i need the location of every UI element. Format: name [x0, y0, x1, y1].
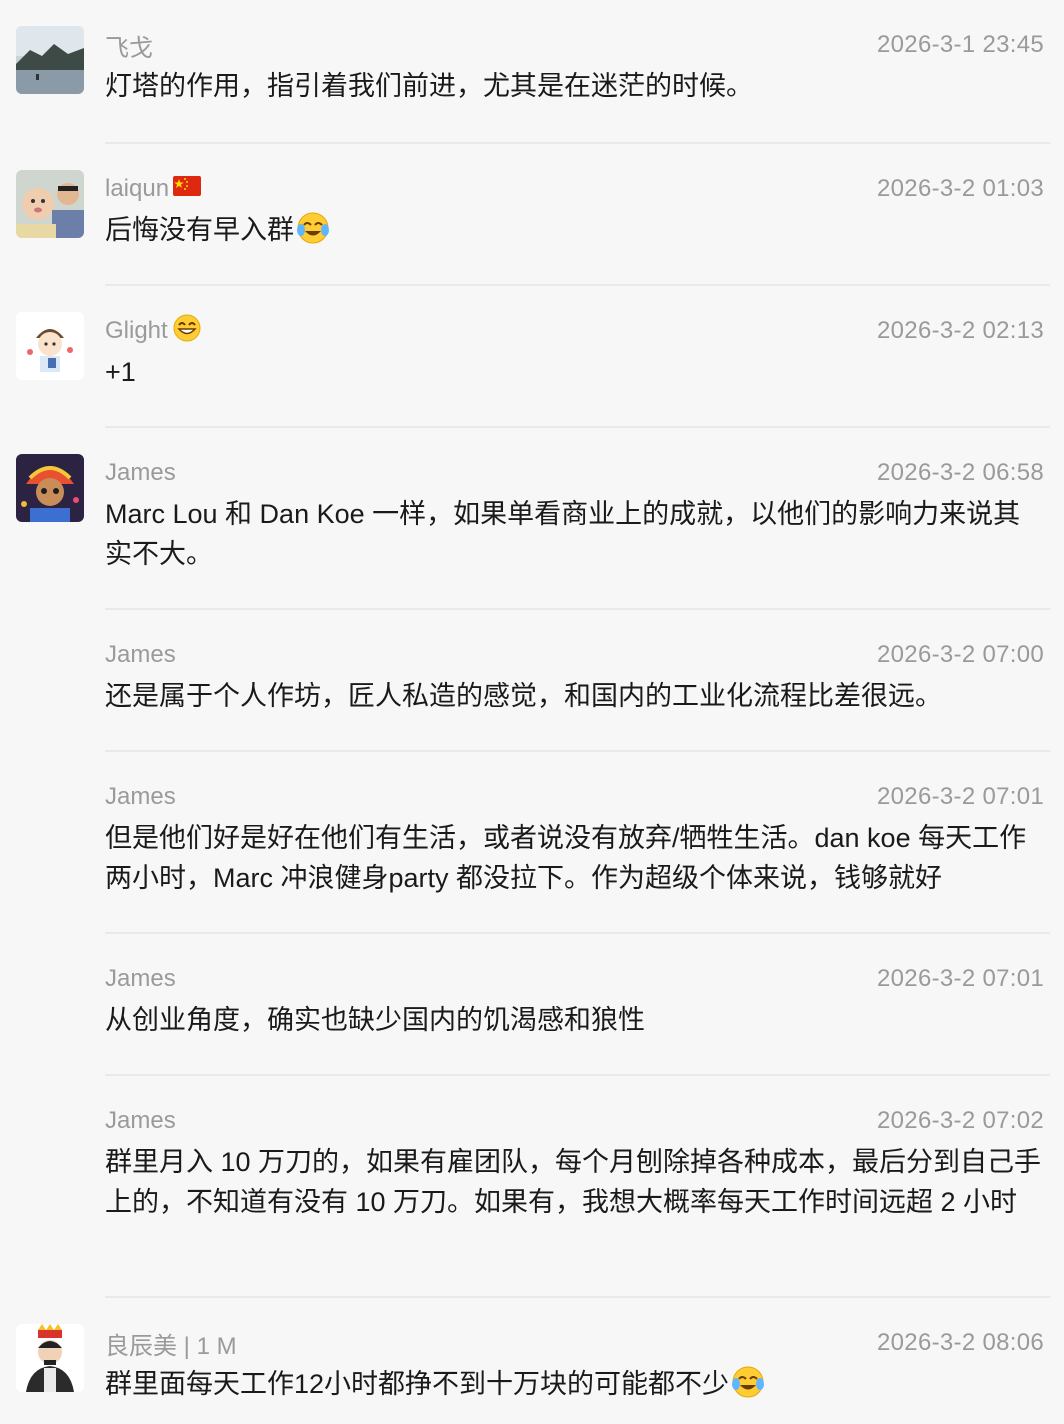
crying-laughing-emoji [731, 1365, 765, 1410]
author-name-text: Glight [105, 317, 168, 344]
comment-text-body: 群里面每天工作12小时都挣不到十万块的可能都不少 [105, 1369, 730, 1399]
comment-item: James 2026-3-2 07:01 但是他们好是好在他们有生活，或者说没有… [0, 752, 1064, 932]
comment-feed: 飞戈 2026-3-1 23:45 灯塔的作用，指引着我们前进，尤其是在迷茫的时… [0, 0, 1064, 1424]
comment-text: 还是属于个人作坊，匠人私造的感觉，和国内的工业化流程比差很远。 [105, 681, 942, 711]
comment-text: Marc Lou 和 Dan Koe 一样，如果单看商业上的成就，以他们的影响力… [105, 499, 1021, 569]
author-name-text: 良辰美 | 1 M [105, 1332, 237, 1360]
author-name-text: James [105, 965, 176, 992]
cartoon-boy-avatar[interactable] [16, 312, 84, 380]
china-flag-icon [173, 175, 202, 203]
comment-item: Glight 2026-3-2 02:13 +1 [0, 286, 1064, 426]
comment-item: 飞戈 2026-3-1 23:45 灯塔的作用，指引着我们前进，尤其是在迷茫的时… [0, 0, 1064, 142]
timestamp: 2026-3-2 07:00 [877, 641, 1044, 668]
timestamp: 2026-3-2 08:06 [877, 1329, 1044, 1356]
man-with-crown-avatar[interactable] [16, 1324, 84, 1392]
comment-item: James 2026-3-2 07:02 群里月入 10 万刀的，如果有雇团队，… [0, 1076, 1064, 1296]
comment-text: 灯塔的作用，指引着我们前进，尤其是在迷茫的时候。 [105, 71, 753, 101]
crying-laughing-emoji [296, 211, 330, 256]
author-name[interactable]: James [105, 459, 176, 487]
colorful-character-avatar[interactable] [16, 454, 84, 522]
author-name[interactable]: James [105, 965, 176, 993]
timestamp: 2026-3-2 06:58 [877, 459, 1044, 486]
comment-item: James 2026-3-2 06:58 Marc Lou 和 Dan Koe … [0, 428, 1064, 608]
comment-item: 良辰美 | 1 M 2026-3-2 08:06 群里面每天工作12小时都挣不到… [0, 1298, 1064, 1424]
comment-text: 从创业角度，确实也缺少国内的饥渴感和狼性 [105, 1005, 645, 1035]
comment-text: +1 [105, 357, 136, 387]
grinning-emoji [172, 313, 202, 350]
timestamp: 2026-3-2 02:13 [877, 317, 1044, 344]
author-name[interactable]: James [105, 783, 176, 811]
comment-text: 群里面每天工作12小时都挣不到十万块的可能都不少 [105, 1364, 1044, 1410]
author-name-text: James [105, 459, 176, 486]
comment-item: James 2026-3-2 07:01 从创业角度，确实也缺少国内的饥渴感和狼… [0, 934, 1064, 1074]
timestamp: 2026-3-2 07:02 [877, 1107, 1044, 1134]
author-name[interactable]: 飞戈 [105, 28, 153, 63]
author-name[interactable]: James [105, 641, 176, 669]
author-name-text: laiqun [105, 175, 170, 202]
author-name-text: James [105, 641, 176, 668]
author-name-text: James [105, 783, 176, 810]
author-name[interactable]: Glight [105, 313, 202, 350]
author-name[interactable]: laiqun [105, 175, 202, 203]
landscape-avatar[interactable] [16, 26, 84, 94]
author-name[interactable]: James [105, 1107, 176, 1135]
timestamp: 2026-3-2 07:01 [877, 783, 1044, 810]
author-name[interactable]: 良辰美 | 1 M [105, 1326, 237, 1361]
timestamp: 2026-3-1 23:45 [877, 31, 1044, 58]
child-photo-avatar[interactable] [16, 170, 84, 238]
comment-item: James 2026-3-2 07:00 还是属于个人作坊，匠人私造的感觉，和国… [0, 610, 1064, 750]
timestamp: 2026-3-2 01:03 [877, 175, 1044, 202]
timestamp: 2026-3-2 07:01 [877, 965, 1044, 992]
comment-text: 后悔没有早入群 [105, 210, 1044, 256]
author-name-text: 飞戈 [105, 34, 153, 62]
author-name-text: James [105, 1107, 176, 1134]
comment-item: laiqun 2026-3-2 01:03 后悔没有早入群 [0, 144, 1064, 284]
comment-text: 群里月入 10 万刀的，如果有雇团队，每个月刨除掉各种成本，最后分到自己手上的，… [105, 1147, 1042, 1217]
comment-text: 但是他们好是好在他们有生活，或者说没有放弃/牺牲生活。dan koe 每天工作两… [105, 823, 1027, 893]
comment-text-body: 后悔没有早入群 [105, 215, 294, 245]
